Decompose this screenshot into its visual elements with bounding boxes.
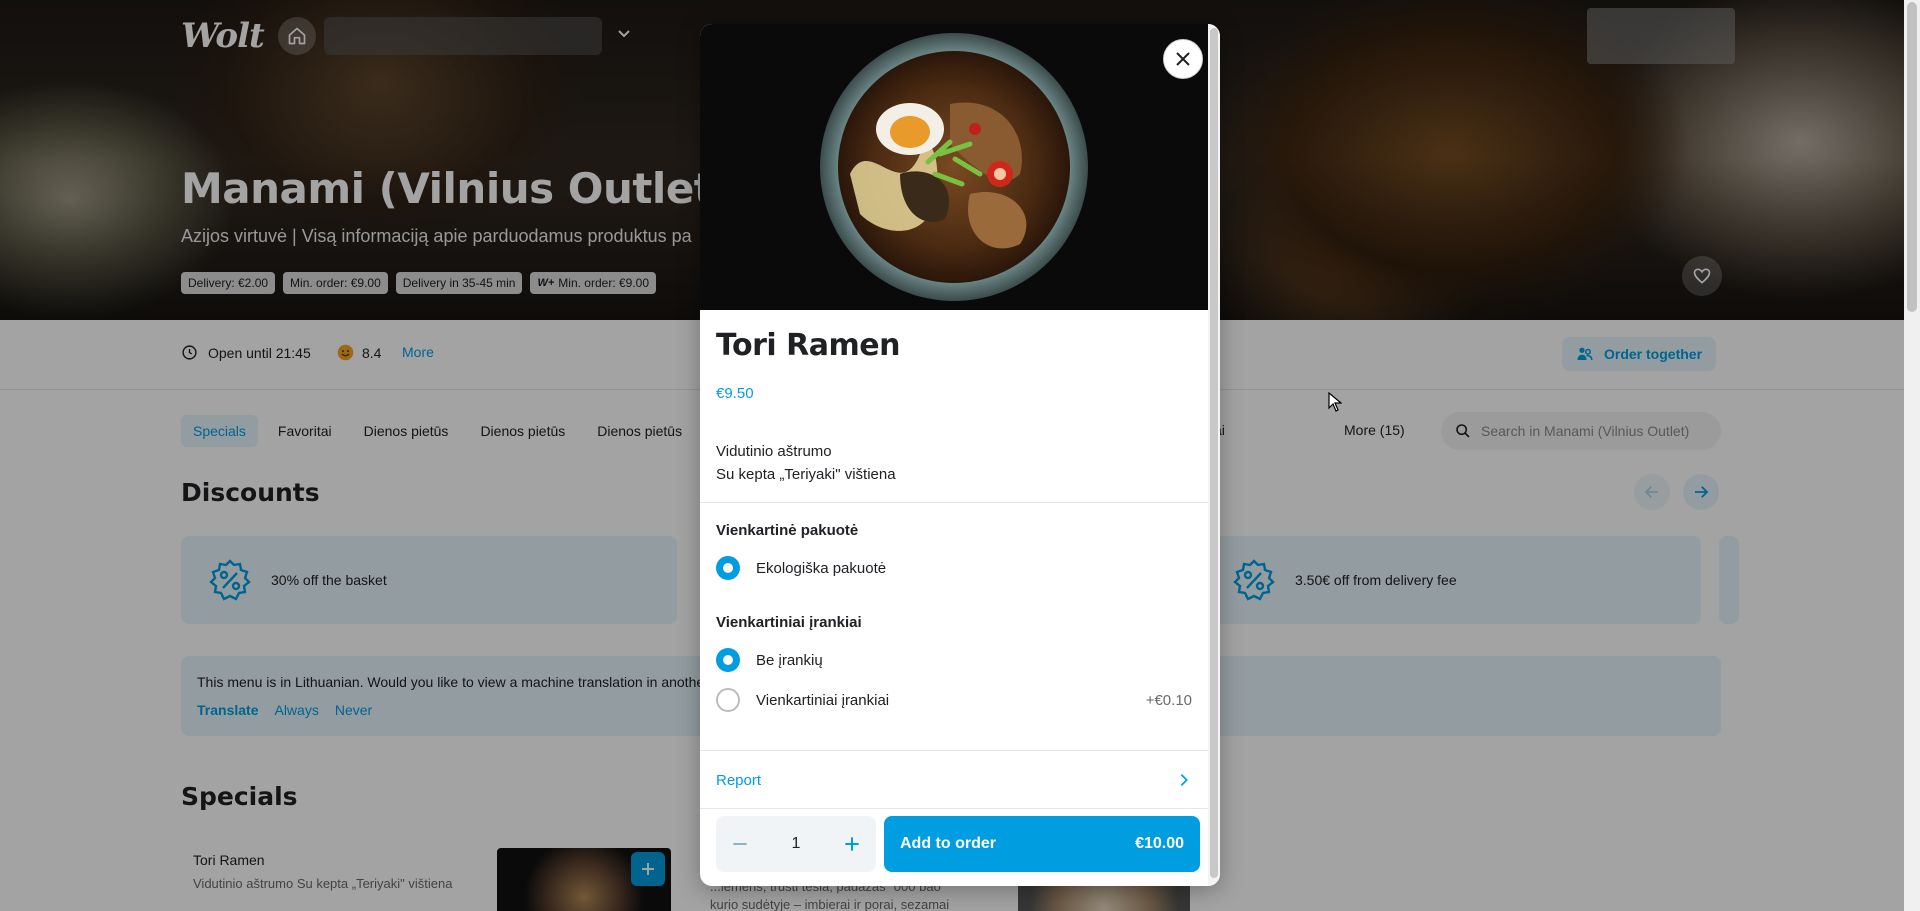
divider bbox=[700, 808, 1208, 809]
option-price: +€0.10 bbox=[1145, 691, 1192, 709]
item-image bbox=[700, 24, 1208, 310]
close-button[interactable] bbox=[1163, 39, 1203, 79]
page-scrollbar-thumb[interactable] bbox=[1907, 2, 1917, 312]
option-be-irankiu[interactable]: Be įrankių bbox=[716, 646, 1192, 674]
radio-button[interactable] bbox=[716, 648, 740, 672]
option-label: Be įrankių bbox=[756, 651, 823, 669]
radio-button[interactable] bbox=[716, 556, 740, 580]
quantity-stepper: 1 bbox=[716, 816, 876, 872]
quantity-value: 1 bbox=[791, 835, 801, 852]
option-group-title: Vienkartinė pakuotė bbox=[716, 522, 859, 539]
close-icon bbox=[1176, 52, 1190, 66]
divider bbox=[700, 750, 1208, 751]
mouse-cursor-icon bbox=[1328, 392, 1342, 412]
item-description-line: Su kepta „Teriyaki" vištiena bbox=[716, 466, 896, 483]
plus-icon[interactable] bbox=[842, 834, 862, 854]
option-ekologiska-pakuote[interactable]: Ekologiška pakuotė bbox=[716, 554, 1192, 582]
item-price: €9.50 bbox=[716, 385, 754, 402]
add-to-order-label: Add to order bbox=[900, 835, 996, 852]
minus-icon[interactable] bbox=[730, 834, 750, 854]
radio-button[interactable] bbox=[716, 688, 740, 712]
option-label: Vienkartiniai įrankiai bbox=[756, 691, 890, 709]
order-footer: 1 Add to order €10.00 bbox=[716, 816, 1200, 872]
item-description-line: Vidutinio aštrumo bbox=[716, 443, 832, 460]
divider bbox=[700, 502, 1208, 503]
option-group-title: Vienkartiniai įrankiai bbox=[716, 614, 862, 631]
order-total: €10.00 bbox=[1135, 835, 1184, 852]
modal-scrollbar-thumb[interactable] bbox=[1210, 28, 1218, 878]
chevron-right-icon bbox=[1180, 774, 1188, 786]
option-vienkartiniai-irankiai[interactable]: Vienkartiniai įrankiai +€0.10 bbox=[716, 686, 1192, 714]
item-description: Vidutinio aštrumo Su kepta „Teriyaki" vi… bbox=[716, 440, 896, 486]
ramen-bowl-image bbox=[820, 33, 1088, 301]
option-label: Ekologiška pakuotė bbox=[756, 559, 887, 577]
report-label: Report bbox=[716, 771, 762, 789]
report-link[interactable]: Report bbox=[716, 768, 1192, 792]
item-modal: Tori Ramen €9.50 Vidutinio aštrumo Su ke… bbox=[700, 24, 1220, 886]
add-to-order-button[interactable]: Add to order €10.00 bbox=[884, 816, 1200, 872]
item-title: Tori Ramen bbox=[716, 328, 900, 363]
